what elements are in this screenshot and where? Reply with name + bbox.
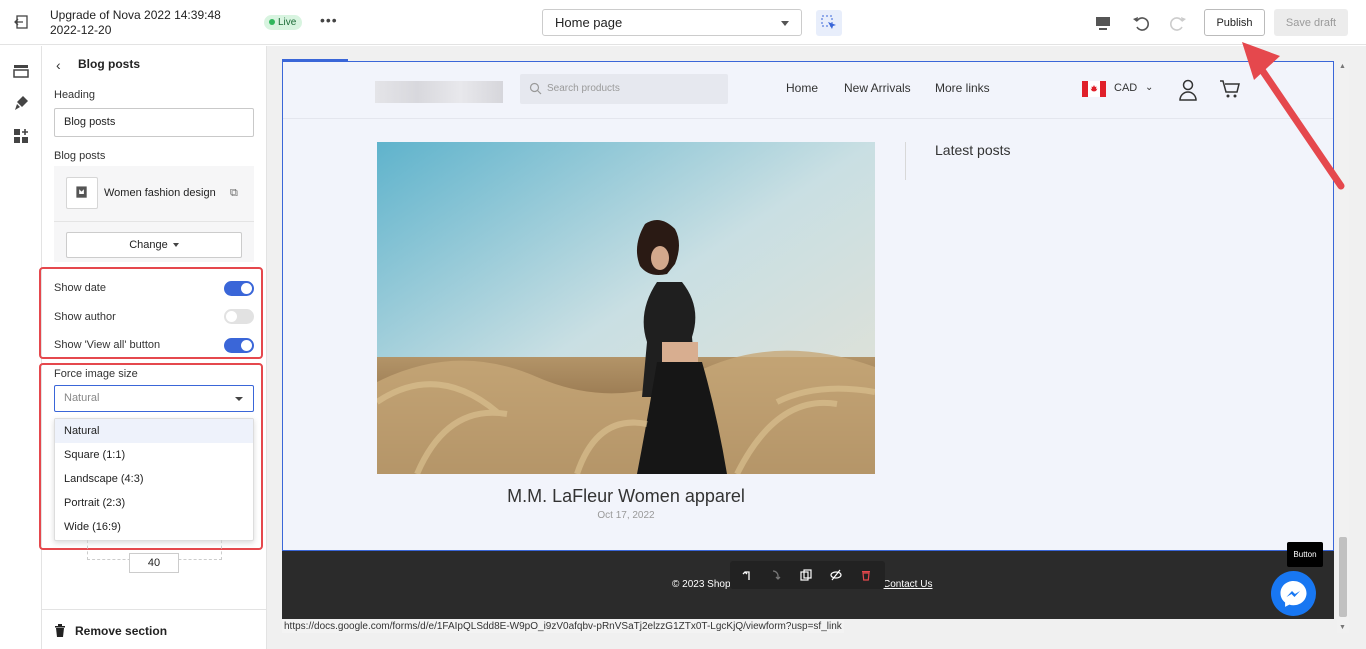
option-wide[interactable]: Wide (16:9) bbox=[55, 515, 253, 539]
search-icon bbox=[529, 82, 542, 95]
post-date: Oct 17, 2022 bbox=[597, 510, 655, 521]
blog-thumbnail bbox=[66, 177, 98, 209]
scrollbar-thumb[interactable] bbox=[1339, 537, 1347, 617]
cursor-select-icon bbox=[821, 15, 836, 29]
image-size-dropdown: Natural Square (1:1) Landscape (4:3) Por… bbox=[54, 418, 254, 541]
publish-button[interactable]: Publish bbox=[1204, 9, 1265, 36]
canada-flag-icon[interactable] bbox=[1082, 81, 1106, 97]
change-label: Change bbox=[129, 239, 168, 251]
heading-input[interactable]: Blog posts bbox=[54, 108, 254, 137]
show-author-label: Show author bbox=[54, 311, 116, 323]
bookmark-icon bbox=[76, 186, 87, 198]
top-bar: Upgrade of Nova 2022 14:39:48 2022-12-20… bbox=[0, 0, 1366, 45]
latest-posts-heading: Latest posts bbox=[935, 142, 1011, 158]
option-landscape[interactable]: Landscape (4:3) bbox=[55, 467, 253, 491]
cart-icon[interactable] bbox=[1219, 79, 1241, 99]
store-logo[interactable] bbox=[375, 81, 503, 103]
nav-new-arrivals[interactable]: New Arrivals bbox=[844, 81, 911, 95]
page-select-value: Home page bbox=[555, 15, 623, 30]
hide-icon[interactable] bbox=[830, 569, 842, 581]
sections-icon[interactable] bbox=[12, 62, 30, 80]
left-rail bbox=[0, 46, 42, 649]
scroll-up-icon[interactable]: ▲ bbox=[1339, 63, 1346, 70]
move-down-icon[interactable] bbox=[770, 569, 782, 581]
chevron-down-icon bbox=[235, 397, 243, 401]
selected-blog-name: Women fashion design bbox=[104, 187, 216, 199]
show-author-toggle[interactable] bbox=[224, 309, 254, 324]
messenger-chat-button[interactable] bbox=[1271, 571, 1316, 616]
option-natural[interactable]: Natural bbox=[55, 419, 253, 443]
change-button[interactable]: Change bbox=[66, 232, 242, 258]
option-portrait[interactable]: Portrait (2:3) bbox=[55, 491, 253, 515]
scroll-down-icon[interactable]: ▼ bbox=[1339, 624, 1346, 631]
show-date-label: Show date bbox=[54, 282, 106, 294]
chevron-down-icon bbox=[781, 21, 789, 26]
store-footer[interactable]: © 2023 Shop Contact Us bbox=[282, 551, 1334, 619]
column-divider bbox=[905, 142, 906, 180]
caret-down-icon bbox=[172, 243, 179, 248]
delete-icon[interactable] bbox=[860, 569, 872, 581]
show-view-all-toggle[interactable] bbox=[224, 338, 254, 353]
user-icon[interactable] bbox=[1178, 79, 1198, 101]
external-link-icon[interactable]: ⧉ bbox=[230, 187, 238, 200]
search-placeholder: Search products bbox=[547, 83, 620, 94]
divider bbox=[54, 221, 254, 222]
force-image-size-label: Force image size bbox=[54, 368, 138, 380]
sidebar-title: Blog posts bbox=[78, 57, 140, 71]
more-options-icon[interactable]: ••• bbox=[320, 12, 338, 28]
page-select[interactable]: Home page bbox=[542, 9, 802, 36]
duplicate-icon[interactable] bbox=[800, 569, 812, 581]
blog-posts-label: Blog posts bbox=[54, 150, 106, 162]
spacing-value-input[interactable]: 40 bbox=[129, 553, 179, 573]
status-bar-url: https://docs.google.com/forms/d/e/1FAIpQ… bbox=[282, 620, 844, 633]
heading-label: Heading bbox=[54, 89, 95, 101]
theme-title: Upgrade of Nova 2022 14:39:48 2022-12-20 bbox=[50, 8, 221, 37]
button-tooltip: Button bbox=[1287, 542, 1323, 567]
desktop-view-icon[interactable] bbox=[1093, 13, 1113, 33]
settings-sidebar: ‹ Blog posts Heading Blog posts Blog pos… bbox=[39, 46, 267, 649]
nav-home[interactable]: Home bbox=[786, 81, 818, 95]
apps-icon[interactable] bbox=[12, 127, 30, 145]
currency-label[interactable]: CAD bbox=[1114, 82, 1137, 94]
trash-icon bbox=[55, 624, 65, 637]
exit-icon[interactable] bbox=[14, 14, 30, 30]
show-date-toggle[interactable] bbox=[224, 281, 254, 296]
store-search-input[interactable]: Search products bbox=[520, 74, 728, 104]
force-image-size-select[interactable]: Natural bbox=[54, 385, 254, 412]
post-title[interactable]: M.M. LaFleur Women apparel bbox=[377, 486, 875, 507]
remove-section-label: Remove section bbox=[75, 624, 168, 638]
live-badge: Live bbox=[264, 15, 303, 30]
footer-copyright: © 2023 Shop bbox=[672, 579, 731, 590]
nav-more-links[interactable]: More links bbox=[935, 81, 990, 95]
move-up-icon[interactable] bbox=[742, 569, 754, 581]
woman-in-wheat-field-photo bbox=[377, 142, 875, 474]
redo-icon[interactable] bbox=[1168, 13, 1188, 33]
blog-post-image[interactable] bbox=[377, 142, 875, 474]
show-view-all-label: Show 'View all' button bbox=[54, 339, 161, 351]
header-divider bbox=[283, 118, 1333, 119]
theme-settings-icon[interactable] bbox=[12, 94, 30, 112]
force-image-size-value: Natural bbox=[64, 392, 100, 404]
option-square[interactable]: Square (1:1) bbox=[55, 443, 253, 467]
inspect-select-button[interactable] bbox=[816, 10, 842, 36]
preview-frame[interactable]: Search products Home New Arrivals More l… bbox=[282, 61, 1334, 551]
preview-scrollbar[interactable]: ▲ ▼ bbox=[1337, 61, 1349, 633]
back-icon[interactable]: ‹ bbox=[56, 57, 61, 73]
blog-picker: Women fashion design ⧉ Change bbox=[54, 166, 254, 262]
messenger-icon bbox=[1280, 581, 1307, 607]
undo-icon[interactable] bbox=[1131, 13, 1151, 33]
footer-contact-link[interactable]: Contact Us bbox=[883, 579, 932, 590]
chevron-down-icon[interactable]: ⌄ bbox=[1145, 82, 1153, 93]
remove-section-button[interactable]: Remove section bbox=[42, 609, 267, 649]
section-toolbar bbox=[730, 561, 885, 589]
save-draft-button[interactable]: Save draft bbox=[1274, 9, 1348, 36]
